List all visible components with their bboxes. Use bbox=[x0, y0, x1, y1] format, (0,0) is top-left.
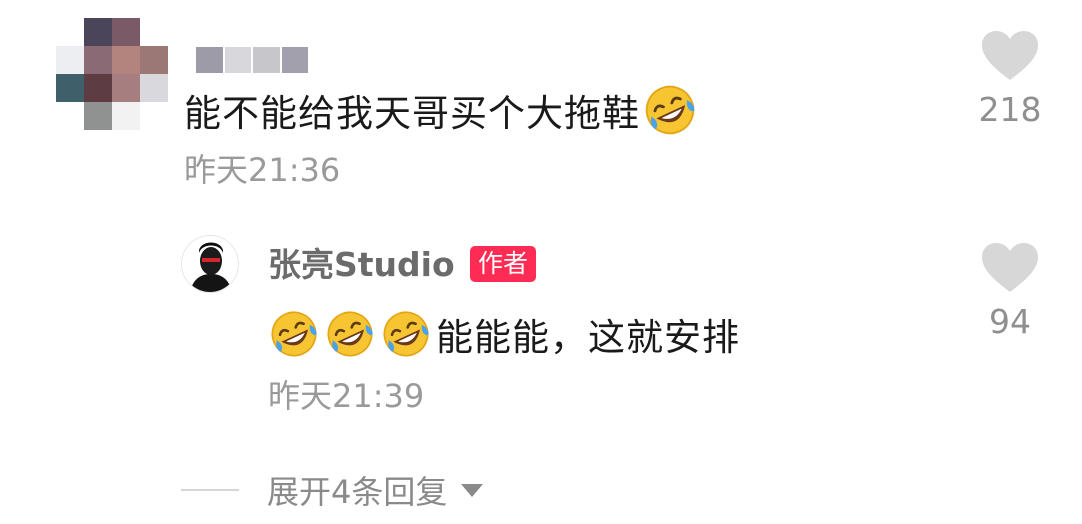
divider-line bbox=[181, 489, 239, 491]
reply-like-button[interactable]: 94 bbox=[970, 242, 1050, 342]
like-count: 218 bbox=[978, 90, 1042, 129]
avatar[interactable] bbox=[50, 18, 168, 136]
rofl-emoji-icon bbox=[327, 311, 373, 357]
username-obscured bbox=[196, 47, 308, 73]
like-button[interactable]: 218 bbox=[970, 30, 1050, 130]
reply-avatar[interactable] bbox=[181, 235, 239, 293]
avatar-image bbox=[182, 236, 238, 292]
comment-body: 能不能给我天哥买个大拖鞋 bbox=[184, 92, 640, 135]
reply-author-name[interactable]: 张亮Studio bbox=[268, 243, 455, 287]
author-badge: 作者 bbox=[470, 246, 537, 282]
comment-time: 昨天21:36 bbox=[184, 151, 341, 189]
reply-text: 能能能，这就安排 bbox=[436, 316, 740, 359]
reply-content: 能能能，这就安排 bbox=[268, 306, 740, 362]
caret-down-icon[interactable] bbox=[461, 483, 484, 497]
expand-replies-label[interactable]: 展开4条回复 bbox=[267, 467, 447, 513]
comment-thread: 能不能给我天哥买个大拖鞋 昨天21:36 218 张亮Studio 作者 能能能… bbox=[0, 0, 1082, 524]
rofl-emoji-icon bbox=[271, 311, 317, 357]
reply-like-count: 94 bbox=[989, 302, 1031, 341]
rofl-emoji-icon bbox=[383, 311, 429, 357]
heart-icon[interactable] bbox=[981, 242, 1039, 294]
comment-text: 能不能给我天哥买个大拖鞋 bbox=[184, 82, 702, 142]
reply-time: 昨天21:39 bbox=[268, 377, 425, 415]
heart-icon[interactable] bbox=[981, 30, 1039, 82]
expand-replies-button[interactable]: 展开4条回复 bbox=[181, 467, 484, 513]
rofl-emoji-icon bbox=[645, 85, 695, 135]
